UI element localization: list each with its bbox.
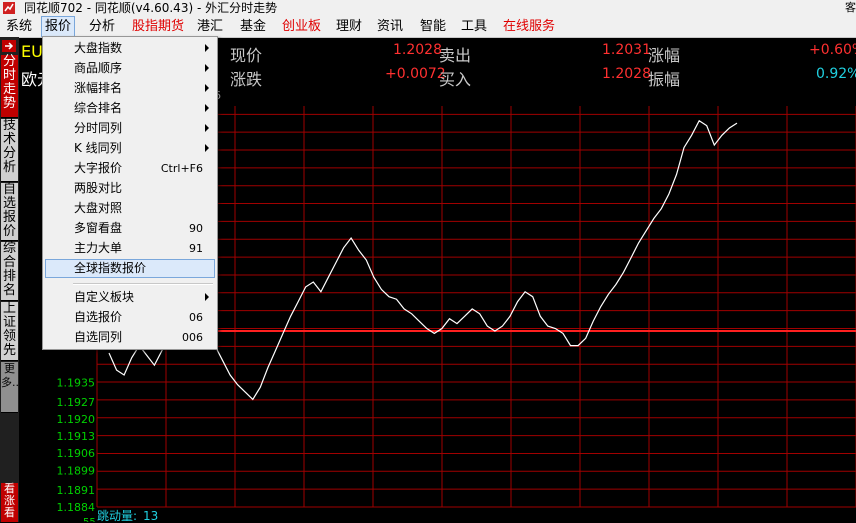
popup-menu-label: 主力大单: [74, 241, 123, 255]
y-tick-label: 1.1906: [57, 447, 96, 460]
tick-volume-label: 跳动量:: [97, 509, 137, 522]
popup-menu-label: 综合排名: [74, 101, 123, 115]
popup-menu-item-6[interactable]: 大字报价 Ctrl+F6: [45, 159, 215, 178]
menu-item-6[interactable]: 创业板: [282, 16, 321, 37]
popup-menu-item-4[interactable]: 分时同列: [45, 119, 215, 138]
popup-menu-label: 多窗看盘: [74, 221, 123, 235]
menu-item-10[interactable]: 工具: [461, 16, 487, 37]
title-bar: 同花顺702 - 同花顺(v4.60.43) - 外汇分时走势 客: [0, 0, 856, 16]
popup-menu-item-8[interactable]: 大盘对照: [45, 199, 215, 218]
popup-menu-item-11[interactable]: 全球指数报价: [45, 259, 215, 278]
left-bottom-tab[interactable]: 看涨看: [1, 483, 18, 523]
buy-value: 1.2028: [602, 66, 651, 82]
menu-item-2[interactable]: 分析: [89, 16, 115, 37]
tick-volume-value: 13: [143, 509, 158, 522]
popup-menu-shortcut: 006: [182, 331, 203, 344]
menu-item-9[interactable]: 智能: [420, 16, 446, 37]
pct-label: 涨幅: [648, 46, 681, 65]
y-tick-label: 1.1913: [57, 430, 96, 443]
pct-value: +0.60%: [809, 42, 856, 58]
menu-item-5[interactable]: 基金: [240, 16, 266, 37]
y-tick-label: 1.1935: [57, 376, 96, 389]
submenu-arrow-icon: [205, 293, 209, 301]
left-tab-5[interactable]: 更多...: [1, 362, 23, 413]
price-label: 现价: [230, 46, 263, 65]
submenu-arrow-icon: [205, 124, 209, 132]
amp-label: 振幅: [648, 70, 681, 89]
popup-menu-label: 商品顺序: [74, 61, 123, 75]
popup-menu-label: 大盘对照: [74, 201, 123, 215]
left-tab-bar: 分时走势 技术分析 自选报价 综合排名 上证领先 更多... 看涨看: [0, 37, 23, 523]
popup-menu-item-14[interactable]: 自选同列 006: [45, 328, 215, 347]
menu-item-0[interactable]: 系统: [6, 16, 32, 37]
buy-label: 买入: [439, 70, 472, 89]
quote-dropdown-menu: 大盘指数商品顺序涨幅排名综合排名分时同列 K 线同列大字报价 Ctrl+F6 两股对比…: [42, 36, 218, 350]
popup-menu-label: 自选同列: [74, 330, 123, 344]
menu-bar: 系统 报价 分析 股指期货 港汇 基金 创业板 理财 资讯 智能 工具 在线服务: [0, 16, 856, 38]
submenu-arrow-icon: [205, 44, 209, 52]
app-icon: [3, 2, 15, 14]
window-corner-text[interactable]: 客: [845, 0, 856, 16]
y-tick-label: 1.1891: [57, 484, 96, 497]
left-tab-2[interactable]: 自选报价: [1, 183, 18, 241]
popup-menu-label: 大盘指数: [74, 41, 123, 55]
popup-menu-label: 大字报价: [74, 161, 123, 175]
submenu-arrow-icon: [205, 84, 209, 92]
submenu-arrow-icon: [205, 144, 209, 152]
popup-menu-item-9[interactable]: 多窗看盘 90: [45, 219, 215, 238]
menu-separator: [73, 283, 213, 285]
popup-menu-shortcut: 91: [189, 242, 203, 255]
left-tab-0[interactable]: 分时走势: [1, 55, 18, 118]
popup-menu-item-13[interactable]: 自选报价 06: [45, 308, 215, 327]
amp-value: 0.92%: [816, 66, 856, 82]
left-tab-4[interactable]: 上证领先: [1, 302, 18, 361]
popup-menu-item-5[interactable]: K 线同列: [45, 139, 215, 158]
menu-item-4[interactable]: 港汇: [197, 16, 223, 37]
left-tab-1[interactable]: 技术分析: [1, 119, 18, 182]
popup-menu-item-12[interactable]: 自定义板块: [45, 288, 215, 307]
popup-menu-item-10[interactable]: 主力大单 91: [45, 239, 215, 258]
popup-menu-item-7[interactable]: 两股对比: [45, 179, 215, 198]
left-tab-3[interactable]: 综合排名: [1, 242, 18, 301]
submenu-arrow-icon: [205, 104, 209, 112]
popup-menu-label: 全球指数报价: [74, 261, 147, 275]
popup-menu-shortcut: Ctrl+F6: [160, 162, 203, 175]
submenu-arrow-icon: [205, 64, 209, 72]
menu-item-1[interactable]: 报价: [41, 16, 76, 37]
popup-menu-item-1[interactable]: 商品顺序: [45, 59, 215, 78]
sell-value: 1.2031: [602, 42, 651, 58]
menu-item-7[interactable]: 理财: [336, 16, 362, 37]
y-tick-label: 1.1884: [57, 501, 96, 514]
sell-label: 卖出: [439, 46, 472, 65]
popup-menu-label: 自定义板块: [74, 290, 135, 304]
menu-item-8[interactable]: 资讯: [377, 16, 403, 37]
footer-extra: 55: [83, 517, 96, 522]
popup-menu-item-3[interactable]: 综合排名: [45, 99, 215, 118]
popup-menu-item-2[interactable]: 涨幅排名: [45, 79, 215, 98]
popup-menu-label: 分时同列: [74, 121, 123, 135]
menu-item-11[interactable]: 在线服务: [503, 16, 555, 37]
popup-menu-item-0[interactable]: 大盘指数: [45, 39, 215, 58]
change-label: 涨跌: [230, 70, 263, 89]
price-value: 1.2028: [393, 42, 442, 58]
y-tick-label: 1.1899: [57, 464, 96, 477]
popup-menu-shortcut: 06: [189, 311, 203, 324]
popup-menu-shortcut: 90: [189, 222, 203, 235]
popup-menu-label: K 线同列: [74, 141, 122, 155]
window-title: 同花顺702 - 同花顺(v4.60.43) - 外汇分时走势: [24, 1, 278, 15]
quote-symbol: EU: [21, 42, 43, 61]
y-tick-label: 1.1927: [57, 396, 96, 409]
exit-icon[interactable]: [2, 40, 16, 52]
change-value: +0.0072: [385, 66, 446, 82]
popup-menu-label: 自选报价: [74, 310, 123, 324]
menu-item-3[interactable]: 股指期货: [132, 16, 184, 37]
popup-menu-label: 涨幅排名: [74, 81, 123, 95]
y-tick-label: 1.1920: [57, 413, 96, 426]
popup-menu-label: 两股对比: [74, 181, 123, 195]
